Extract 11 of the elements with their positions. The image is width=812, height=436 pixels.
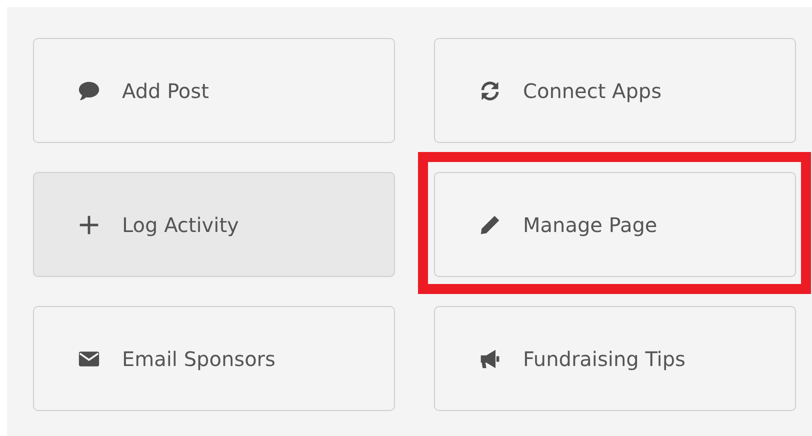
- action-button[interactable]: Manage Page: [434, 172, 796, 277]
- plus-icon: [78, 214, 100, 236]
- megaphone-icon: [479, 348, 501, 370]
- action-button[interactable]: Add Post: [33, 38, 395, 143]
- action-button[interactable]: Email Sponsors: [33, 306, 395, 411]
- speech-bubble-icon: [78, 80, 100, 102]
- action-button[interactable]: Connect Apps: [434, 38, 796, 143]
- action-button[interactable]: Log Activity: [33, 172, 395, 277]
- pencil-icon: [479, 214, 501, 236]
- sync-icon: [479, 80, 501, 102]
- action-button[interactable]: Fundraising Tips: [434, 306, 796, 411]
